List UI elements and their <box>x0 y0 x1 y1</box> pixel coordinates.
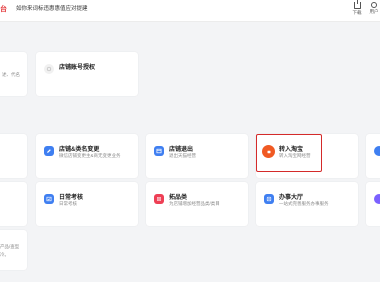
card-fragment-text: 述、代名 <box>2 72 20 77</box>
grid-icon <box>154 194 164 204</box>
card-left-partial-4[interactable]: 产品/查型 冷。 <box>0 230 27 270</box>
card-desc: 日常考核 <box>59 201 77 206</box>
card-left-partial-1[interactable]: 述、代名 <box>0 52 27 96</box>
card-desc: 一站式完善服务办事服务 <box>279 201 329 206</box>
card-title: 拓品类 <box>169 195 188 201</box>
card-shop-category-change[interactable]: 店铺&类名变更 微信店铺变更主&商无变更业务 <box>36 134 138 178</box>
card-left-partial-3[interactable] <box>0 182 27 226</box>
download-icon <box>353 0 361 9</box>
card-shop-account-auth[interactable]: 店铺账号授权 <box>36 52 138 96</box>
user-label: 用户 <box>369 9 379 14</box>
user-icon <box>371 2 377 8</box>
card-title: 店铺退出 <box>169 147 194 153</box>
notice-text[interactable]: 如你来词标违惠惠值应对提建 <box>16 4 88 12</box>
highlight-box <box>256 134 322 172</box>
download-button[interactable]: 下载 <box>349 0 365 20</box>
calendar-icon <box>44 194 54 204</box>
top-bar: 台 如你来词标违惠惠值应对提建 下载 用户 <box>0 0 380 22</box>
partial-icon <box>374 194 380 204</box>
download-label: 下载 <box>352 10 362 15</box>
card-shop-exit[interactable]: 店铺退出 退出天猫经营 <box>146 134 248 178</box>
card-desc: 退出天猫经营 <box>169 153 196 158</box>
account-auth-icon <box>44 64 54 74</box>
edit-icon <box>44 146 54 156</box>
card-daily-exam[interactable]: 日常考核 日常考核 <box>36 182 138 226</box>
card-title: 办事大厅 <box>279 195 304 201</box>
hall-icon <box>264 194 274 204</box>
card-desc: 为店铺增加经营品类/类目 <box>169 201 220 206</box>
card-right-partial-2[interactable] <box>366 182 380 226</box>
card-service-hall[interactable]: 办事大厅 一站式完善服务办事服务 <box>256 182 358 226</box>
card-fragment-text: 产品/查型 <box>0 244 20 249</box>
card-left-partial-2[interactable] <box>0 134 27 178</box>
card-fragment-text: 冷。 <box>0 252 9 257</box>
card-title: 店铺&类名变更 <box>59 147 100 153</box>
card-desc: 微信店铺变更主&商无变更业务 <box>59 153 121 158</box>
store-icon <box>154 146 164 156</box>
user-button[interactable]: 用户 <box>366 2 380 20</box>
card-expand-category[interactable]: 拓品类 为店铺增加经营品类/类目 <box>146 182 248 226</box>
card-title: 店铺账号授权 <box>59 65 96 71</box>
brand-fragment: 台 <box>0 6 7 13</box>
partial-icon <box>374 146 380 156</box>
card-right-partial-1[interactable] <box>366 134 380 178</box>
card-title: 日常考核 <box>59 195 84 201</box>
